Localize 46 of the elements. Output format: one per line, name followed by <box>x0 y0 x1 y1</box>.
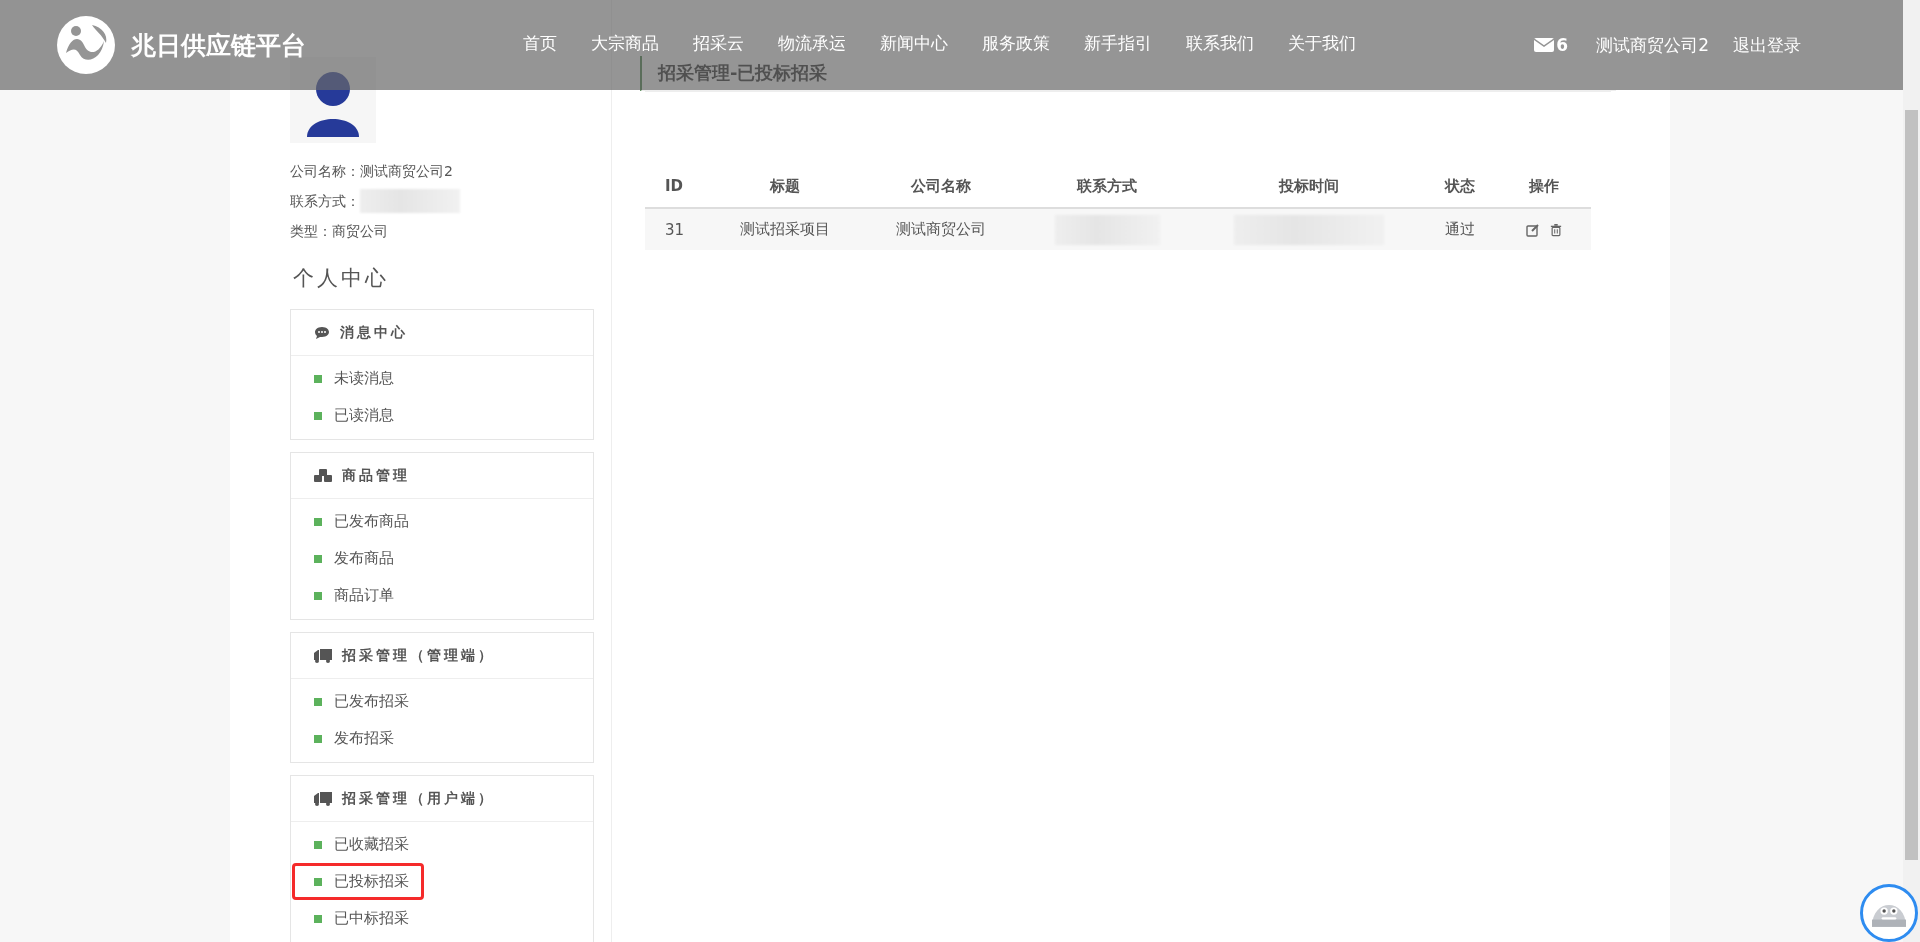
nav-link[interactable]: 大宗商品 <box>574 31 676 55</box>
logout-link[interactable]: 退出登录 <box>1721 33 1813 57</box>
sidebar-item[interactable]: 已收藏招采 <box>292 826 424 863</box>
table-cell: 测试招采项目 <box>707 208 864 250</box>
nav-link[interactable]: 物流承运 <box>761 31 863 55</box>
trash-icon[interactable] <box>1549 223 1562 237</box>
menu-group-title: 商品管理 <box>342 466 410 485</box>
menu-group-title: 招采管理（用户端） <box>342 789 495 808</box>
scrollbar-thumb[interactable] <box>1905 110 1918 860</box>
sidebar-item[interactable]: 已读消息 <box>292 397 424 434</box>
sidebar-item[interactable]: 发布商品 <box>292 540 424 577</box>
company-name-text: 公司名称：测试商贸公司2 <box>290 162 454 181</box>
section-heading: 个人中心 <box>293 265 390 292</box>
cubes-icon <box>314 468 332 483</box>
table-cell: 通过 <box>1422 208 1497 250</box>
table-cell: 31 <box>645 208 708 250</box>
sidebar-item[interactable]: 已中标招采 <box>292 900 424 937</box>
logo-icon[interactable] <box>56 15 116 75</box>
nav-link[interactable]: 联系我们 <box>1169 31 1271 55</box>
speech-bubble-icon <box>314 325 330 340</box>
envelope-icon <box>1534 38 1555 52</box>
sidebar-item[interactable]: 已发布商品 <box>292 503 424 540</box>
sidebar-item[interactable]: 已发布招采 <box>292 683 424 720</box>
scrollbar[interactable] <box>1903 0 1920 942</box>
nav-link[interactable]: 服务政策 <box>965 31 1067 55</box>
menu-group-title: 招采管理（管理端） <box>342 646 495 665</box>
menu-group-title: 消息中心 <box>340 323 408 342</box>
messages-link[interactable]: 6 <box>1518 35 1585 55</box>
company-type-text: 类型：商贸公司 <box>290 222 389 241</box>
contact-label: 联系方式： <box>290 192 360 211</box>
edit-icon[interactable] <box>1525 223 1540 237</box>
nav-link[interactable]: 招采云 <box>676 31 761 55</box>
truck-icon <box>314 791 332 806</box>
sidebar-item[interactable]: 已投标招采 <box>292 863 424 900</box>
user-link[interactable]: 测试商贸公司2 <box>1584 33 1721 57</box>
sidebar-item[interactable]: 发布招采 <box>292 720 424 757</box>
table-cell: 测试商贸公司 <box>863 208 1020 250</box>
nav-link[interactable]: 新手指引 <box>1067 31 1169 55</box>
site-title[interactable]: 兆日供应链平台 <box>131 28 306 62</box>
nav-link[interactable]: 首页 <box>506 31 574 55</box>
truck-icon <box>314 648 332 663</box>
sidebar-item[interactable]: 未读消息 <box>292 360 424 397</box>
chat-assistant-button[interactable] <box>1860 884 1918 942</box>
nav-link[interactable]: 关于我们 <box>1271 31 1373 55</box>
sidebar-item[interactable]: 商品订单 <box>292 577 424 614</box>
nav-link[interactable]: 新闻中心 <box>863 31 965 55</box>
